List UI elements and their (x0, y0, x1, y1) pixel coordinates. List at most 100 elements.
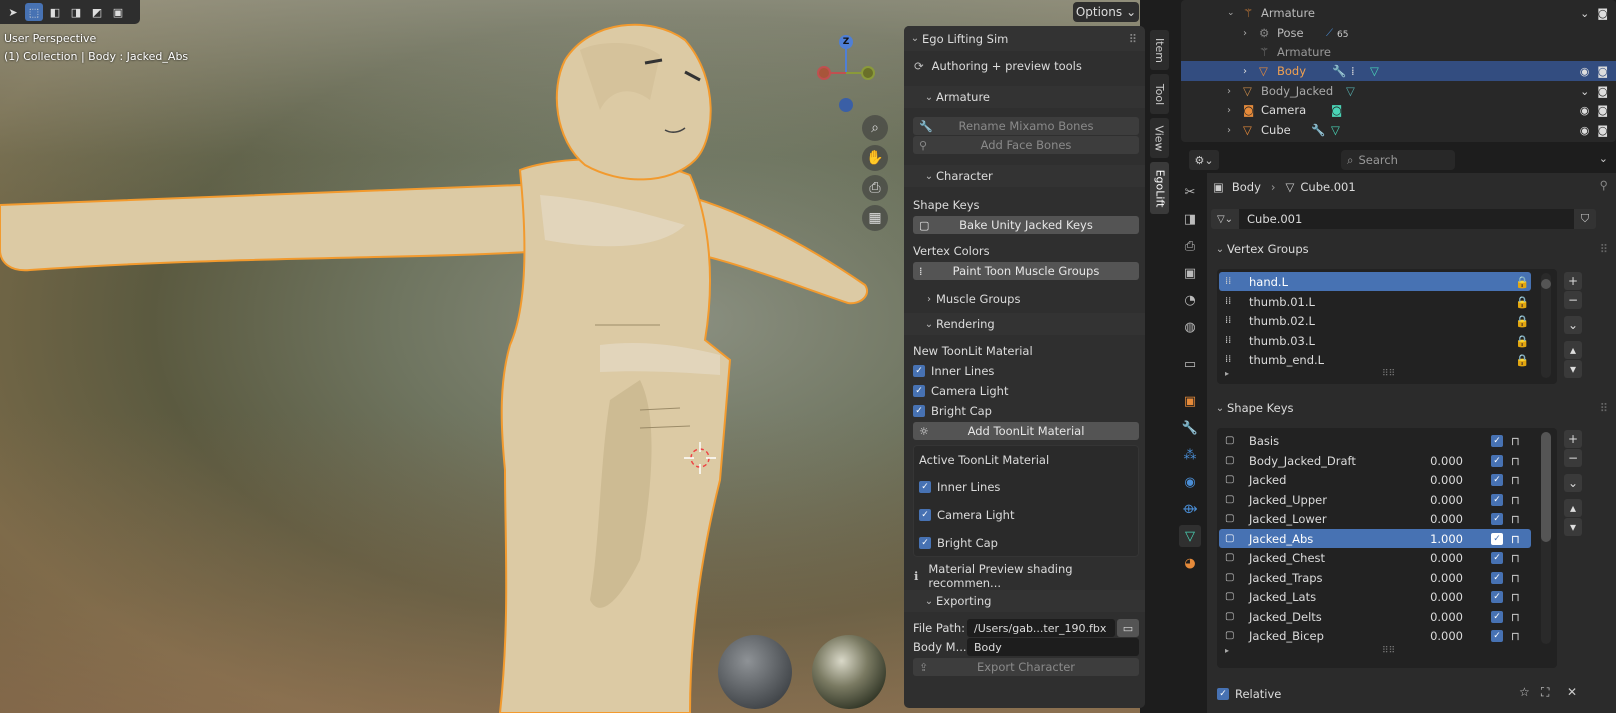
mesh-browse-icon[interactable]: ▽⌄ (1211, 209, 1239, 229)
shape-key-row[interactable]: ▢ Jacked_Traps 0.000 ✓ ⊓ (1219, 568, 1531, 587)
add-vertex-group-button[interactable]: + (1564, 272, 1582, 290)
tool-tab-icon[interactable]: ✂ (1179, 181, 1201, 203)
gizmo-y-pos[interactable] (861, 66, 875, 80)
shape-key-value[interactable]: 0.000 (1403, 610, 1463, 624)
lock-icon[interactable]: 🔒 (1515, 334, 1529, 348)
ortho-grid-icon[interactable]: ▦ (862, 205, 888, 231)
add-shape-key-button[interactable]: + (1564, 430, 1582, 448)
shape-key-row[interactable]: ▢ Jacked_Upper 0.000 ✓ ⊓ (1219, 490, 1531, 509)
gizmo-z-axis[interactable]: Z (839, 35, 853, 49)
select-cursor-icon[interactable]: ➤ (4, 3, 22, 21)
mesh-data-tab-icon[interactable]: ▽ (1179, 525, 1201, 547)
eye-icon[interactable]: ◉ (1580, 65, 1590, 78)
checkmark-icon[interactable]: ✓ (1491, 454, 1503, 467)
checkmark-icon[interactable]: ✓ (1491, 629, 1503, 642)
tab-egolift[interactable]: EgoLift (1150, 162, 1169, 214)
drag-handle-icon[interactable]: ⠿ (1600, 401, 1608, 415)
camera-icon[interactable]: ◙ (1597, 7, 1608, 20)
unlock-icon[interactable]: ⊓ (1511, 610, 1520, 624)
modifiers-tab-icon[interactable]: 🔧 (1179, 417, 1201, 439)
view-layer-tab-icon[interactable]: ▣ (1179, 262, 1201, 284)
outliner-row-cube[interactable]: › ▽ Cube 🔧 ▽ ◉ ◙ (1181, 120, 1616, 140)
vertex-group-menu-button[interactable]: ⌄ (1564, 316, 1582, 334)
add-toonlit-material-button[interactable]: ☼ Add ToonLit Material (913, 422, 1139, 440)
unlock-icon[interactable]: ⊓ (1511, 473, 1520, 487)
file-path-field[interactable]: /Users/gab...ter_190.fbx (967, 619, 1115, 637)
lock-icon[interactable]: 🔒 (1515, 353, 1529, 367)
select-intersect-icon[interactable]: ▣ (109, 3, 127, 21)
unlock-icon[interactable]: ⊓ (1511, 590, 1520, 604)
shape-key-row[interactable]: ▢ Jacked 0.000 ✓ ⊓ (1219, 470, 1531, 489)
shape-key-row[interactable]: ▢ Jacked_Chest 0.000 ✓ ⊓ (1219, 548, 1531, 567)
armature-section-header[interactable]: ⌄ Armature (904, 86, 1145, 108)
add-face-bones-button[interactable]: ⚲ Add Face Bones (913, 136, 1139, 154)
chevron-down-icon[interactable]: ⌄ (1580, 85, 1589, 98)
shape-key-menu-button[interactable]: ⌄ (1564, 474, 1582, 492)
list-scrollbar[interactable] (1541, 432, 1551, 644)
unlock-icon[interactable]: ⊓ (1511, 532, 1520, 546)
unlock-icon[interactable]: ⊓ (1511, 434, 1520, 448)
tab-tool[interactable]: Tool (1150, 74, 1169, 114)
move-down-button[interactable]: ▾ (1564, 360, 1582, 378)
move-up-button[interactable]: ▴ (1564, 341, 1582, 359)
shape-key-row[interactable]: ▢ Jacked_Delts 0.000 ✓ ⊓ (1219, 607, 1531, 626)
list-item[interactable]: ⁞⁞ thumb.03.L 🔒 (1219, 331, 1531, 350)
shape-key-row[interactable]: ▢ Jacked_Abs 1.000 ✓ ⊓ (1219, 529, 1531, 548)
new-camera-light-checkbox[interactable]: ✓ Camera Light (904, 382, 1145, 400)
particles-tab-icon[interactable]: ⁂ (1179, 444, 1201, 466)
close-icon[interactable]: ✕ (1567, 685, 1577, 699)
list-item[interactable]: ⁞⁞ thumb.01.L 🔒 (1219, 292, 1531, 311)
active-inner-lines-checkbox[interactable]: ✓ Inner Lines (919, 480, 1000, 494)
properties-search-input[interactable]: ⌕ Search (1341, 150, 1455, 170)
list-item[interactable]: ⁞⁞ hand.L 🔒 (1219, 272, 1531, 291)
select-invert-icon[interactable]: ◩ (88, 3, 106, 21)
exporting-section-header[interactable]: ⌄ Exporting (904, 590, 1145, 612)
gizmo-x-neg[interactable] (817, 66, 831, 80)
shape-key-row[interactable]: ▢ Jacked_Lower 0.000 ✓ ⊓ (1219, 509, 1531, 528)
pan-hand-icon[interactable]: ✋ (862, 145, 888, 171)
shape-key-row[interactable]: ▢ Body_Jacked_Draft 0.000 ✓ ⊓ (1219, 451, 1531, 470)
paint-toon-muscle-groups-button[interactable]: ⁞ Paint Toon Muscle Groups (913, 262, 1139, 280)
outliner-row-body-jacked[interactable]: › ▽ Body_Jacked ▽ ⌄ ◙ (1181, 81, 1616, 101)
filter-expand-icon[interactable]: ▸ (1225, 646, 1229, 655)
editor-type-button[interactable]: ⚙⌄ (1189, 150, 1219, 170)
checkmark-icon[interactable]: ✓ (1491, 493, 1503, 506)
pin-tool-icon[interactable]: ⛶ (1541, 685, 1549, 700)
unlock-icon[interactable]: ⊓ (1511, 551, 1520, 565)
folder-icon[interactable]: ▭ (1117, 619, 1139, 637)
new-bright-cap-checkbox[interactable]: ✓ Bright Cap (904, 402, 1145, 420)
lock-icon[interactable]: 🔒 (1515, 275, 1529, 289)
gizmo-z-neg[interactable] (839, 98, 853, 112)
mesh-name-field[interactable]: Cube.001 (1239, 209, 1574, 229)
chevron-down-icon[interactable]: ⌄ (1599, 152, 1608, 165)
collection-tab-icon[interactable]: ▭ (1179, 353, 1201, 375)
unlock-icon[interactable]: ⊓ (1511, 512, 1520, 526)
star-icon[interactable]: ☆ (1519, 685, 1530, 699)
checkmark-icon[interactable]: ✓ (1491, 434, 1503, 447)
camera-view-icon[interactable]: ⎙ (862, 175, 888, 201)
outliner-row-pose[interactable]: › ⚙ Pose ⟋ 65 (1181, 23, 1616, 43)
outliner-row-armature-data[interactable]: ⚚ Armature (1181, 42, 1616, 62)
panel-header[interactable]: ⌄ Ego Lifting Sim ⠿ (904, 26, 1145, 51)
select-extend-icon[interactable]: ◧ (46, 3, 64, 21)
checkmark-icon[interactable]: ✓ (1491, 571, 1503, 584)
list-item[interactable]: ⁞⁞ thumb.02.L 🔒 (1219, 311, 1531, 330)
character-section-header[interactable]: ⌄ Character (904, 165, 1145, 187)
drag-handle-icon[interactable]: ⠿ (1600, 242, 1608, 256)
shape-key-row[interactable]: ▢ Jacked_Lats 0.000 ✓ ⊓ (1219, 587, 1531, 606)
shape-keys-header[interactable]: ⌄ Shape Keys ⠿ (1207, 397, 1616, 419)
export-character-button[interactable]: ⇪ Export Character (913, 658, 1139, 676)
move-up-button[interactable]: ▴ (1564, 499, 1582, 517)
camera-icon[interactable]: ◙ (1597, 104, 1608, 117)
relative-checkbox[interactable]: ✓ Relative (1217, 685, 1281, 703)
render-tab-icon[interactable]: ◨ (1179, 208, 1201, 230)
shape-key-value[interactable]: 0.000 (1403, 571, 1463, 585)
object-tab-icon[interactable]: ▣ (1179, 390, 1201, 412)
shape-key-value[interactable]: 0.000 (1403, 493, 1463, 507)
body-mesh-field[interactable]: Body (967, 638, 1139, 656)
resize-grip-icon[interactable]: ⠿⠿ (1382, 646, 1395, 656)
physics-tab-icon[interactable]: ◉ (1179, 471, 1201, 493)
checkmark-icon[interactable]: ✓ (1491, 532, 1503, 545)
list-scrollbar[interactable] (1541, 273, 1551, 378)
rename-mixamo-bones-button[interactable]: 🔧 Rename Mixamo Bones (913, 117, 1139, 135)
